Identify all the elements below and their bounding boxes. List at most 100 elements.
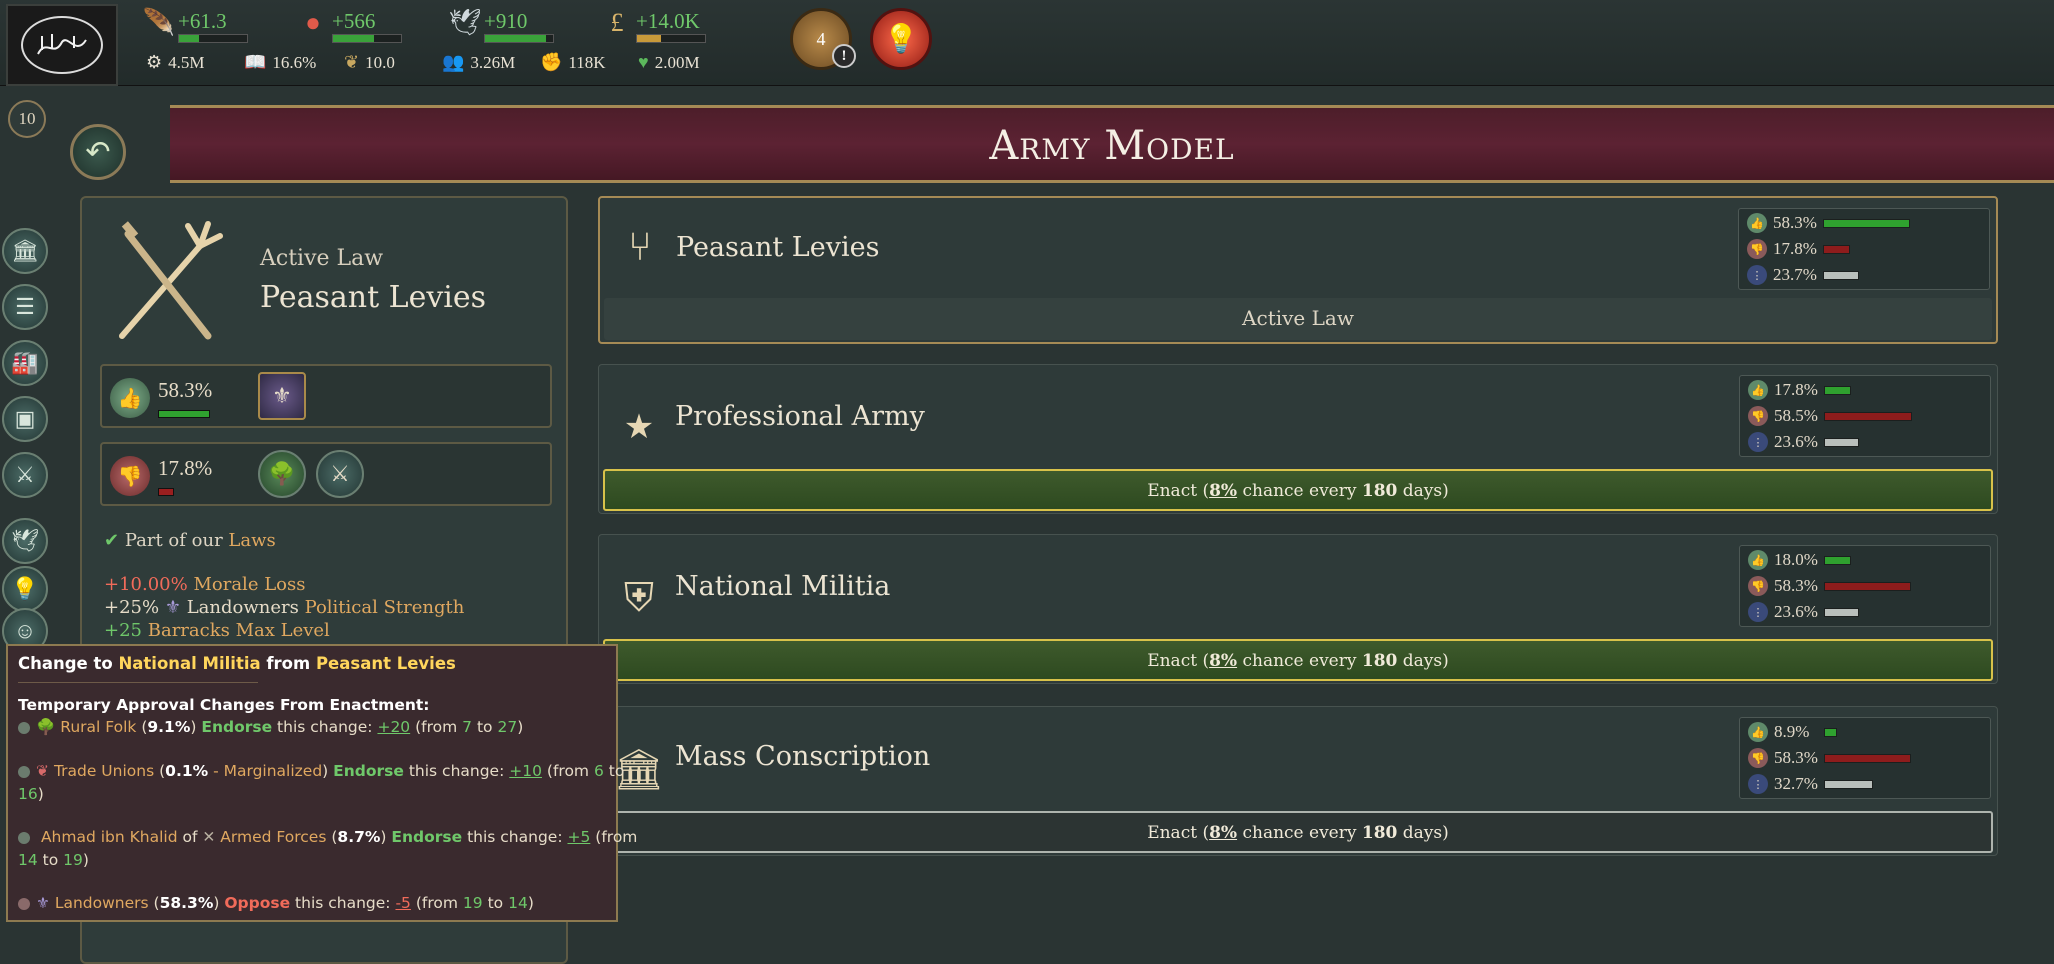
part-of-laws: ✔ Part of our Laws	[104, 530, 276, 551]
tooltip-row-ahmad-cont: 14 to 19)	[18, 851, 89, 869]
active-law-footer: Active Law	[604, 298, 1992, 340]
active-law-name: Peasant Levies	[260, 280, 487, 315]
calligraphy-icon	[37, 34, 87, 55]
influence-bar	[332, 34, 402, 43]
enact-button[interactable]: Enact (8% chance every 180 days)	[603, 469, 1993, 511]
effect-political-strength: +25% ⚜ Landowners Political Strength	[104, 597, 465, 618]
back-arrow-icon: ↶	[85, 135, 111, 169]
law-name: Peasant Levies	[676, 232, 880, 263]
enact-button[interactable]: Enact (8% chance every 180 days)	[603, 811, 1993, 853]
enact-button[interactable]: Enact (8% chance every 180 days)	[603, 639, 1993, 681]
lightbulb-icon[interactable]: 💡	[870, 8, 932, 70]
tooltip-row-rural-folk: 🌳 Rural Folk (9.1%) Endorse this change:…	[18, 718, 523, 736]
date-badge: 10	[8, 100, 46, 138]
neutral-icon: ⋮	[1748, 774, 1768, 794]
armed-forces-icon[interactable]: ⚔	[316, 450, 364, 498]
effect-barracks: +25 Barracks Max Level	[104, 620, 330, 641]
authority-value: +910	[484, 9, 528, 33]
neutral-icon: ⋮	[1748, 602, 1768, 622]
authority-bar	[484, 34, 554, 43]
oppose-icon: 👎	[1748, 406, 1768, 426]
diplomacy-icon[interactable]: 🕊	[2, 518, 48, 564]
influence-icon: ●	[305, 8, 321, 37]
fist-icon: ✊	[540, 52, 563, 72]
thumbs-up-icon: 👍	[110, 378, 150, 418]
influence-resource[interactable]: ● +566	[296, 6, 402, 43]
laws-link[interactable]: Laws	[228, 530, 275, 551]
neutral-bar	[1824, 607, 1859, 617]
page-title: Army Model	[989, 123, 1235, 169]
treasury-resource[interactable]: £ +14.0K	[600, 6, 706, 43]
shield-icon: ⛨	[624, 574, 654, 620]
loyalists-stat[interactable]: ♥ 2.00M	[638, 52, 700, 73]
market-icon[interactable]: ▣	[2, 396, 48, 442]
law-card-professional-army[interactable]: ★ Professional Army 👍 17.8% 👎 58.5% ⋮ 23.6%…	[598, 364, 1998, 514]
oppose-box[interactable]: 👎 17.8% 🌳 ⚔	[100, 442, 552, 506]
header-banner: Army Model	[170, 105, 2054, 183]
oppose-bar	[1824, 411, 1912, 421]
quill-icon: 🪶	[142, 8, 176, 37]
law-card-mass-conscription[interactable]: 🏛 Mass Conscription 👍 8.9% 👎 58.3% ⋮ 32.7% …	[598, 706, 1998, 856]
tooltip-row-landowners: ⚜ Landowners (58.3%) Oppose this change:…	[18, 894, 534, 912]
disapproval-icon	[18, 897, 30, 910]
neutral-icon: ⋮	[1748, 432, 1768, 452]
oppose-icon: 👎	[1747, 239, 1767, 259]
approve-bar	[1824, 385, 1851, 395]
sol-stat[interactable]: ❦ 10.0	[344, 52, 395, 73]
law-name: National Militia	[675, 571, 891, 602]
neutral-icon: ⋮	[1747, 265, 1767, 285]
tooltip-row-ahmad: Ahmad ibn Khalid of ✕ Armed Forces (8.7%…	[18, 828, 637, 846]
approve-box[interactable]: 👍 58.3% ⚜	[100, 364, 552, 428]
oppose-bar	[1824, 581, 1911, 591]
tooltip-divider	[18, 682, 258, 683]
tooltip-title: Change to National Militia from Peasant …	[18, 654, 456, 673]
technology-icon[interactable]: 💡	[2, 566, 48, 612]
oppose-icon: 👎	[1748, 576, 1768, 596]
approve-bar	[158, 410, 210, 418]
star-medal-icon: ★	[623, 409, 655, 446]
pitchfork-icon: ⑂	[628, 223, 652, 269]
population-stat[interactable]: 👥 3.26M	[442, 52, 515, 73]
approve-icon: 👍	[1747, 213, 1767, 233]
gdp-stat[interactable]: ⚙ 4.5M	[146, 52, 205, 73]
law-name: Mass Conscription	[675, 741, 931, 772]
neutral-bar	[1824, 779, 1873, 789]
landowners-icon: ⚜	[36, 894, 50, 912]
tree-icon[interactable]: 🌳	[258, 450, 306, 498]
dove-icon: 🕊	[448, 8, 482, 37]
law-name: Professional Army	[675, 401, 925, 432]
swords-icon: ✕	[202, 828, 216, 846]
landowners-icon: ⚜	[164, 597, 181, 618]
law-support-stats: 👍 8.9% 👎 58.3% ⋮ 32.7%	[1739, 717, 1991, 799]
thumbs-down-icon: 👎	[110, 456, 150, 496]
tooltip-section-title: Temporary Approval Changes From Enactmen…	[18, 696, 430, 714]
back-button[interactable]: ↶	[70, 124, 126, 180]
literacy-icon: 📖	[244, 52, 267, 72]
military-icon[interactable]: ⚔	[2, 452, 48, 498]
radicals-stat[interactable]: ✊ 118K	[540, 52, 606, 73]
literacy-stat[interactable]: 📖 16.6%	[244, 52, 316, 73]
approve-percent: 58.3%	[158, 378, 213, 402]
neutral-bar	[1823, 270, 1859, 280]
landowners-icon[interactable]: ⚜	[258, 372, 306, 420]
country-flag[interactable]	[6, 4, 118, 86]
approve-icon: 👍	[1748, 550, 1768, 570]
bureaucracy-resource[interactable]: 🪶 +61.3	[142, 6, 248, 43]
tree-icon: 🌳	[36, 718, 56, 736]
approval-icon	[18, 765, 30, 778]
treasury-value: +14.0K	[636, 9, 700, 33]
law-card-national-militia[interactable]: ⛨ National Militia 👍 18.0% 👎 58.3% ⋮ 23.6% …	[598, 534, 1998, 684]
government-icon[interactable]: 🏛	[2, 228, 48, 274]
authority-resource[interactable]: 🕊 +910	[448, 6, 554, 43]
oppose-percent: 17.8%	[158, 456, 213, 480]
buildings-icon[interactable]: 🏭	[2, 340, 48, 386]
approval-icon	[18, 721, 30, 734]
law-card-peasant-levies[interactable]: ⑂ Peasant Levies 👍 58.3% 👎 17.8% ⋮ 23.7% Ac…	[598, 196, 1998, 344]
pound-icon: £	[610, 8, 624, 37]
wheat-icon: ❦	[344, 52, 360, 72]
top-bar: 🪶 +61.3 ● +566 🕊 +910 £ +14.0K ⚙ 4.5M 📖 16…	[0, 0, 2054, 86]
oppose-bar	[1823, 244, 1850, 254]
budget-icon[interactable]: ☰	[2, 284, 48, 330]
law-change-tooltip: Change to National Militia from Peasant …	[6, 644, 637, 922]
oppose-bar	[1824, 753, 1911, 763]
